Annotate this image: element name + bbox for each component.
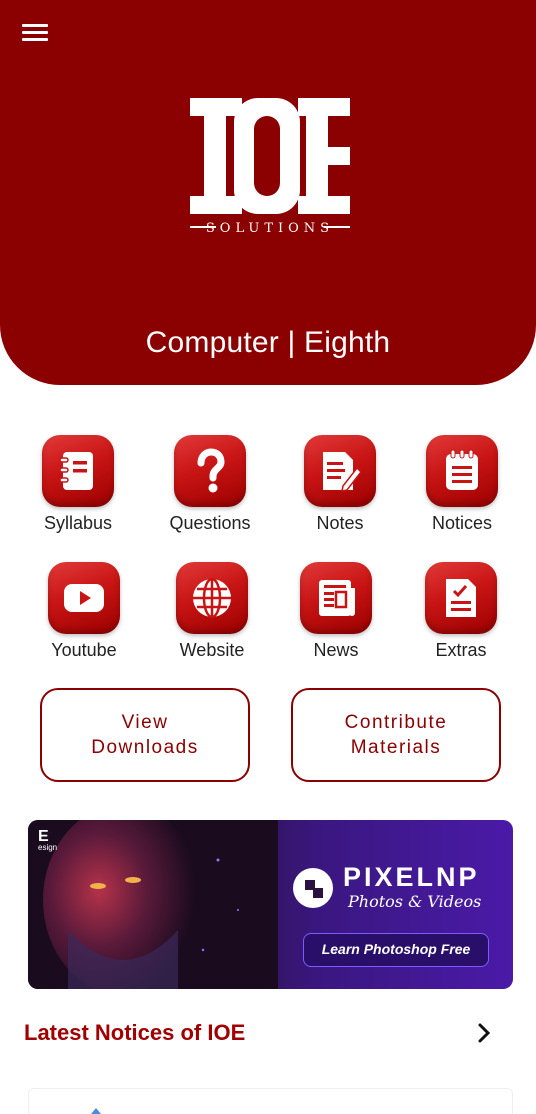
hamburger-menu-icon[interactable] — [22, 22, 56, 46]
youtube-icon — [48, 562, 120, 634]
grid-label: Notes — [316, 513, 364, 533]
grid-item-syllabus[interactable]: Syllabus — [18, 435, 138, 534]
grid-item-questions[interactable]: Questions — [150, 435, 270, 534]
ioe-solutions-logo: SOLUTIONS — [190, 98, 350, 236]
chevron-right-icon[interactable] — [474, 1020, 496, 1046]
grid-item-notices[interactable]: Notices — [402, 435, 522, 534]
notebook-icon — [42, 435, 114, 507]
contribute-materials-button[interactable]: Contribute Materials — [291, 688, 501, 782]
latest-notices-title: Latest Notices of IOE — [24, 1020, 246, 1045]
notice-thumbnail-icon — [91, 1108, 101, 1114]
grid-label: News — [313, 640, 359, 660]
view-downloads-button[interactable]: View Downloads — [40, 688, 250, 782]
grid-item-youtube[interactable]: Youtube — [24, 562, 144, 661]
notepad-icon — [426, 435, 498, 507]
grid-item-website[interactable]: Website — [152, 562, 272, 661]
header-banner: SOLUTIONS Computer | Eighth — [0, 0, 536, 385]
question-mark-icon — [174, 435, 246, 507]
edit-note-icon — [304, 435, 376, 507]
grid-label: Youtube — [51, 640, 117, 660]
grid-label: Questions — [169, 513, 251, 533]
newspaper-icon — [300, 562, 372, 634]
learn-photoshop-button[interactable]: Learn Photoshop Free — [303, 933, 489, 967]
notice-card[interactable] — [28, 1088, 513, 1114]
banner-corner-logo: E esign — [38, 828, 57, 852]
app-screen: SOLUTIONS Computer | Eighth Syllabus Que… — [0, 0, 536, 1114]
grid-item-news[interactable]: News — [276, 562, 396, 661]
logo-subtitle: SOLUTIONS — [206, 221, 334, 236]
banner-tagline: Photos & Videos — [348, 892, 482, 911]
grid-label: Syllabus — [43, 513, 113, 533]
pixelnp-ad-banner[interactable]: E esign PIXELNP Photos & Videos Learn Ph… — [28, 820, 513, 989]
course-title: Computer | Eighth — [145, 326, 391, 359]
grid-label: Website — [179, 640, 245, 660]
banner-artwork-image — [28, 820, 278, 989]
grid-item-extras[interactable]: Extras — [401, 562, 521, 661]
grid-label: Extras — [435, 640, 487, 660]
pixelnp-logo-icon — [293, 868, 333, 908]
checklist-icon — [425, 562, 497, 634]
banner-brand-name: PIXELNP — [343, 862, 480, 892]
globe-icon — [176, 562, 248, 634]
corner-logo-sub: esign — [38, 843, 58, 852]
grid-item-notes[interactable]: Notes — [280, 435, 400, 534]
grid-label: Notices — [431, 513, 493, 533]
